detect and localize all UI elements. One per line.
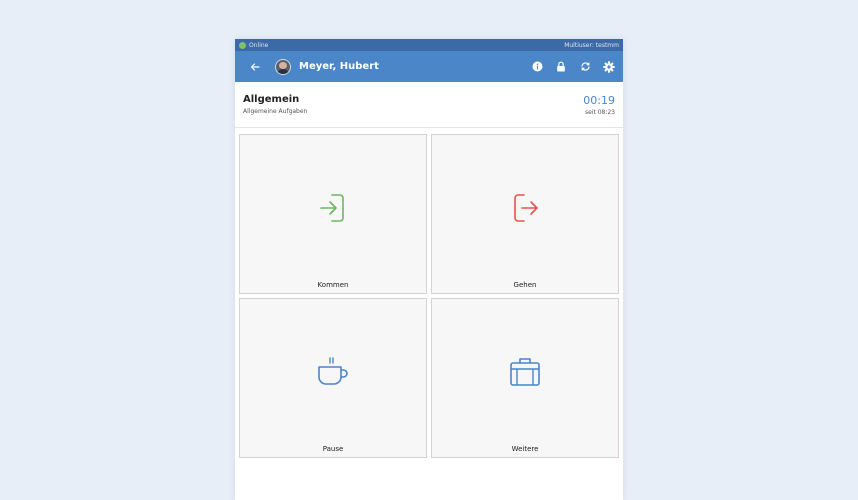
since-time: seit 08:23 [584, 108, 615, 116]
status-bar: Online Multiuser: testmm [235, 39, 623, 51]
online-indicator-icon [239, 41, 246, 49]
gear-icon[interactable] [603, 60, 615, 73]
tile-label: Gehen [513, 281, 537, 289]
tile-label: Weitere [511, 445, 539, 453]
back-arrow-icon[interactable] [249, 61, 261, 73]
lock-icon[interactable] [555, 61, 567, 73]
session-timer: 00:19 seit 08:23 [583, 94, 615, 116]
logout-icon [507, 190, 543, 226]
section-title: Allgemein [243, 94, 300, 105]
tile-label: Pause [322, 445, 344, 453]
app-window: Online Multiuser: testmm Meyer, Hubert A… [235, 39, 623, 500]
login-icon [315, 190, 351, 226]
info-icon[interactable] [531, 61, 543, 73]
briefcase-icon [507, 354, 543, 390]
tile-pause[interactable]: Pause [239, 298, 427, 458]
multiuser-label: Multiuser: testmm [564, 41, 619, 49]
avatar [275, 58, 291, 75]
app-bar: Meyer, Hubert [235, 51, 623, 82]
online-label: Online [249, 41, 269, 49]
coffee-cup-icon [315, 354, 351, 390]
elapsed-time: 00:19 [583, 93, 615, 107]
section-info: Allgemein Allgemeine Aufgaben [243, 94, 307, 115]
tile-kommen[interactable]: Kommen [239, 134, 427, 294]
tile-weitere[interactable]: Weitere [431, 298, 619, 458]
section-header: Allgemein Allgemeine Aufgaben 00:19 seit… [235, 82, 623, 128]
tile-label: Kommen [317, 281, 349, 289]
tile-gehen[interactable]: Gehen [431, 134, 619, 294]
appbar-actions [519, 60, 615, 73]
action-tiles: Kommen Gehen Pause Weitere [239, 134, 619, 458]
sync-icon[interactable] [579, 61, 591, 73]
user-name: Meyer, Hubert [299, 61, 379, 72]
online-status: Online [239, 41, 269, 49]
section-subtitle: Allgemeine Aufgaben [243, 108, 308, 115]
